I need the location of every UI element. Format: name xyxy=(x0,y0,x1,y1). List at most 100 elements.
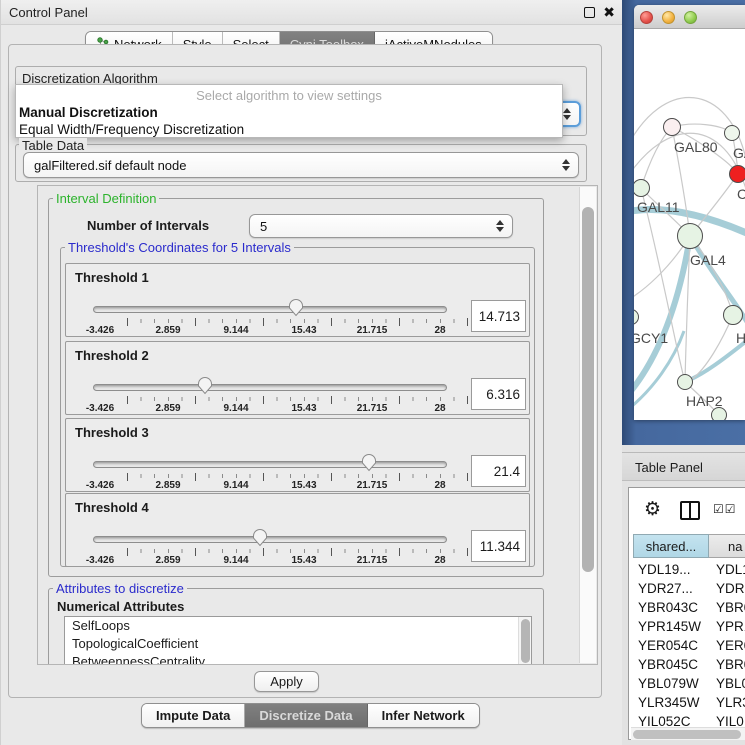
mac-zoom-icon[interactable] xyxy=(684,11,697,24)
slider-thumb[interactable] xyxy=(252,528,268,547)
table-row[interactable]: YER054CYER0 xyxy=(633,636,745,655)
tab-label: Discretize Data xyxy=(259,708,352,723)
tab-label: Impute Data xyxy=(156,708,230,723)
interval-definition-title: Interval Definition xyxy=(53,191,159,206)
stepper-icon xyxy=(563,108,571,120)
column-header-name[interactable]: na xyxy=(709,534,745,558)
threshold-3-block: Threshold 3 -3.4262.8599.14415.4321.7152… xyxy=(65,418,530,492)
slider-track[interactable] xyxy=(93,536,447,543)
slider-track[interactable] xyxy=(93,461,447,468)
threshold-label: Threshold 2 xyxy=(75,348,149,363)
dropdown-option-equal-width[interactable]: Equal Width/Frequency Discretization xyxy=(19,122,559,139)
attributes-scrollbar[interactable] xyxy=(518,617,531,664)
threshold-value[interactable]: 11.344 xyxy=(471,530,526,562)
network-node[interactable] xyxy=(663,118,681,136)
attributes-group-title: Attributes to discretize xyxy=(53,581,187,596)
table-data-combobox[interactable]: galFiltered.sif default node xyxy=(23,152,579,178)
slider-thumb[interactable] xyxy=(288,298,304,317)
network-node[interactable] xyxy=(634,179,650,197)
tick-label: 28 xyxy=(434,480,445,491)
table-row[interactable]: YDL19...YDL1 xyxy=(633,560,745,579)
tab-discretize-data[interactable]: Discretize Data xyxy=(245,704,367,727)
tick-label: -3.426 xyxy=(86,555,114,566)
network-node-label: C xyxy=(737,186,745,202)
network-node[interactable] xyxy=(723,305,743,325)
settings-vertical-scrollbar[interactable] xyxy=(579,187,596,663)
network-nodes-layer: GAL80GACGAL11GAL4GCY1HHAP2 xyxy=(634,29,745,420)
network-view-window[interactable]: GAL80GACGAL11GAL4GCY1HHAP2 xyxy=(634,5,745,420)
mac-close-icon[interactable] xyxy=(640,11,653,24)
tick-label: 28 xyxy=(434,555,445,566)
network-node-label: H xyxy=(736,330,745,346)
table-cell: YBL079W xyxy=(633,674,712,693)
attribute-item[interactable]: SelfLoops xyxy=(65,617,531,635)
network-node[interactable] xyxy=(677,223,703,249)
threshold-value[interactable]: 14.713 xyxy=(471,300,526,332)
network-node[interactable] xyxy=(729,165,745,183)
tab-impute-data[interactable]: Impute Data xyxy=(142,704,245,727)
number-of-intervals-value: 5 xyxy=(250,219,512,234)
network-node[interactable] xyxy=(634,309,639,325)
slider-tick-labels: -3.4262.8599.14415.4321.71528 xyxy=(100,403,454,415)
table-row[interactable]: YBR045CYBR0 xyxy=(633,655,745,674)
table-cell: YBR0 xyxy=(712,655,745,674)
table-cell: YIL052C xyxy=(633,712,712,727)
bottom-tabstrip: Impute Data Discretize Data Infer Networ… xyxy=(141,703,480,728)
apply-button[interactable]: Apply xyxy=(254,671,319,692)
slider-thumb[interactable] xyxy=(361,453,377,472)
threshold-label: Threshold 1 xyxy=(75,270,149,285)
scrollbar-thumb[interactable] xyxy=(633,730,741,739)
network-window-titlebar[interactable] xyxy=(634,5,745,29)
slider-thumb[interactable] xyxy=(197,376,213,395)
attribute-item[interactable]: TopologicalCoefficient xyxy=(65,635,531,653)
network-node-label: GAL11 xyxy=(637,199,680,215)
table-cell: YIL0 xyxy=(712,712,745,727)
network-canvas[interactable]: GAL80GACGAL11GAL4GCY1HHAP2 xyxy=(634,29,745,420)
slider-track[interactable] xyxy=(93,306,447,313)
table-cell: YPR145W xyxy=(633,617,712,636)
table-row[interactable]: YBL079WYBL0 xyxy=(633,674,745,693)
column-header-shared[interactable]: shared... xyxy=(633,534,709,558)
table-row[interactable]: YLR345WYLR3 xyxy=(633,693,745,712)
gear-icon[interactable]: ⚙ xyxy=(644,498,661,521)
threshold-value[interactable]: 6.316 xyxy=(471,378,526,410)
tick-label: 21.715 xyxy=(357,325,388,336)
network-node[interactable] xyxy=(724,125,740,141)
split-columns-icon[interactable] xyxy=(680,501,700,520)
numerical-attributes-list[interactable]: SelfLoops TopologicalCoefficient Between… xyxy=(64,616,532,665)
dropdown-option-manual[interactable]: Manual Discretization xyxy=(19,105,559,122)
number-of-intervals-spinner[interactable]: 5 xyxy=(249,214,513,238)
network-node[interactable] xyxy=(677,374,693,390)
threshold-value[interactable]: 21.4 xyxy=(471,455,526,487)
table-row[interactable]: YDR27...YDR2 xyxy=(633,579,745,598)
threshold-2-block: Threshold 2 -3.4262.8599.14415.4321.7152… xyxy=(65,341,530,415)
checkbox-icons[interactable]: ☑☑ xyxy=(713,502,737,516)
network-node-label: GAL80 xyxy=(674,139,718,155)
table-cell: YPR1 xyxy=(712,617,745,636)
table-row[interactable]: YBR043CYBR0 xyxy=(633,598,745,617)
network-node[interactable] xyxy=(711,407,727,420)
table-cell: YLR345W xyxy=(633,693,712,712)
network-node-label: GAL4 xyxy=(690,252,726,268)
table-row[interactable]: YIL052CYIL0 xyxy=(633,712,745,727)
float-window-icon[interactable] xyxy=(584,7,595,18)
table-row[interactable]: YPR145WYPR1 xyxy=(633,617,745,636)
tick-label: -3.426 xyxy=(86,480,114,491)
scrollbar-thumb[interactable] xyxy=(582,207,594,572)
table-data-title: Table Data xyxy=(19,138,87,153)
table-rows: YDL19...YDL1YDR27...YDR2YBR043CYBR0YPR14… xyxy=(633,560,745,727)
slider-tick-labels: -3.4262.8599.14415.4321.71528 xyxy=(100,555,454,567)
panel-title: Control Panel xyxy=(9,5,88,20)
close-icon[interactable]: ✖ xyxy=(603,4,615,21)
tick-label: 9.144 xyxy=(223,555,248,566)
table-horizontal-scrollbar[interactable] xyxy=(631,727,745,740)
slider-track[interactable] xyxy=(93,384,447,391)
attribute-item[interactable]: BetweennessCentrality xyxy=(65,653,531,665)
tick-label: 9.144 xyxy=(223,325,248,336)
mac-minimize-icon[interactable] xyxy=(662,11,675,24)
tick-label: 28 xyxy=(434,325,445,336)
table-data-value: galFiltered.sif default node xyxy=(24,158,578,173)
tick-label: 2.859 xyxy=(155,555,180,566)
tab-infer-network[interactable]: Infer Network xyxy=(368,704,479,727)
table-cell: YBR043C xyxy=(633,598,712,617)
